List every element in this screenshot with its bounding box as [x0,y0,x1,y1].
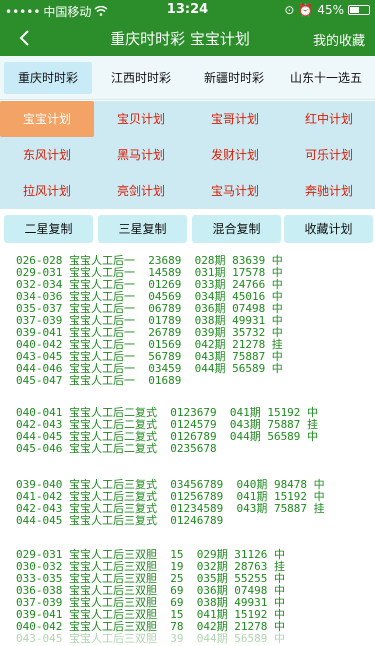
list-item: 045-047 宝宝人工后一 01689 [16,374,182,387]
lock-rotation-icon: ⊙ [284,3,295,17]
lottery-tabs: 重庆时时彩 江西时时彩 新疆时时彩 山东十一选五 [0,56,375,100]
plan-baobao[interactable]: 宝宝计划 [0,101,94,137]
plan-baobei[interactable]: 宝贝计划 [94,101,188,137]
nav-bar: 重庆时时彩 宝宝计划 我的收藏 [0,20,375,56]
alarm-icon: ⏰ [298,3,314,17]
tab-chongqing[interactable]: 重庆时时彩 [4,62,92,94]
plan-benchi[interactable]: 奔驰计划 [282,173,375,209]
plan-baoge[interactable]: 宝哥计划 [188,101,282,137]
plan-dongfeng[interactable]: 东风计划 [0,137,94,173]
save-plan-button[interactable]: 收藏计划 [284,215,373,243]
list-item: 044-045 宝宝人工后三复式 01246789 [16,514,224,527]
copy-three-star-button[interactable]: 三星复制 [98,215,187,243]
section-last-two-multi: 040-041 宝宝人工后二复式 0123679 041期 15192 中 04… [16,407,318,455]
status-right: ⊙ ⏰ 45% [284,3,370,17]
plan-heima[interactable]: 黑马计划 [94,137,188,173]
plan-lafeng[interactable]: 拉风计划 [0,173,94,209]
plan-liangjian[interactable]: 亮剑计划 [94,173,188,209]
chevron-left-icon [19,30,29,46]
list-item: 043-045 宝宝人工后三双胆 39 044期 56589 中 [16,632,285,645]
copy-two-star-button[interactable]: 二星复制 [4,215,93,243]
page-title: 重庆时时彩 宝宝计划 [110,30,250,48]
back-button[interactable] [10,23,40,53]
tab-xinjiang[interactable]: 新疆时时彩 [190,62,278,94]
status-bar: ••••• 中国移动 13:24 ⊙ ⏰ 45% [0,0,375,20]
section-last-three-multi: 039-040 宝宝人工后三复式 03456789 040期 98478 中 0… [16,479,325,527]
favorites-button[interactable]: 我的收藏 [313,30,365,49]
action-bar: 二星复制 三星复制 混合复制 收藏计划 [0,209,375,249]
tab-shandong[interactable]: 山东十一选五 [280,62,372,94]
plan-kele[interactable]: 可乐计划 [282,137,375,173]
plan-baoma[interactable]: 宝马计划 [188,173,282,209]
tab-jiangxi[interactable]: 江西时时彩 [97,62,185,94]
plan-hongzhong[interactable]: 红中计划 [282,101,375,137]
list-item: 045-046 宝宝人工后二复式 0235678 [16,442,217,455]
section-last-three-double: 029-031 宝宝人工后三双胆 15 029期 31126 中 030-032… [16,549,285,645]
battery-label: 45% [317,3,344,17]
section-last-one: 026-028 宝宝人工后一 23689 028期 83639 中 029-03… [16,255,283,387]
battery-icon [348,5,370,15]
plan-facai[interactable]: 发财计划 [188,137,282,173]
plan-results[interactable]: 026-028 宝宝人工后一 23689 028期 83639 中 029-03… [0,250,375,646]
plan-grid: 宝宝计划 宝贝计划 宝哥计划 红中计划 东风计划 黑马计划 发财计划 可乐计划 … [0,101,375,209]
copy-mixed-button[interactable]: 混合复制 [192,215,281,243]
